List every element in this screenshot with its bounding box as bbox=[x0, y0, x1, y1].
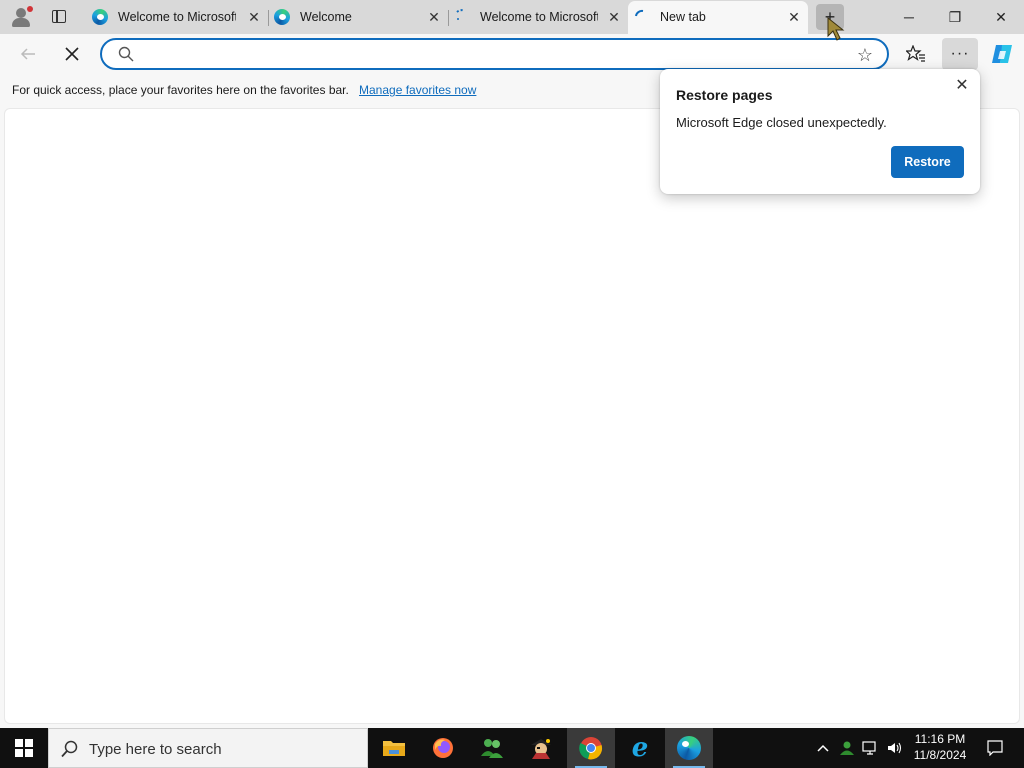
tab-1[interactable]: Welcome to Microsoft ✕ bbox=[86, 1, 269, 34]
tab-close-button[interactable]: ✕ bbox=[786, 9, 802, 25]
mouse-cursor-icon bbox=[827, 16, 845, 41]
tab-close-button[interactable]: ✕ bbox=[246, 9, 262, 25]
taskbar: Type here to search e 11:16 PM 11/8/2024 bbox=[0, 728, 1024, 768]
pirate-game-icon[interactable] bbox=[517, 728, 565, 768]
copilot-button[interactable] bbox=[986, 39, 1018, 69]
tab-2[interactable]: Welcome ✕ bbox=[268, 1, 449, 34]
file-explorer-icon[interactable] bbox=[370, 728, 418, 768]
settings-more-button[interactable]: ··· bbox=[942, 38, 978, 70]
clock-date: 11/8/2024 bbox=[913, 748, 967, 762]
page-content bbox=[4, 108, 1020, 724]
taskbar-clock[interactable]: 11:16 PM 11/8/2024 bbox=[908, 731, 972, 765]
loading-spinner-icon bbox=[634, 9, 650, 25]
close-icon bbox=[65, 47, 79, 61]
favorites-star-list-icon bbox=[906, 45, 925, 62]
edge-window: Welcome to Microsoft ✕ Welcome ✕ Welcome… bbox=[0, 0, 1024, 768]
network-icon[interactable] bbox=[860, 728, 882, 768]
search-icon bbox=[61, 740, 78, 758]
tab-actions-menu-icon[interactable] bbox=[48, 7, 70, 27]
content-frame bbox=[0, 106, 1024, 728]
favorites-bar-message: For quick access, place your favorites h… bbox=[12, 83, 349, 97]
address-input[interactable] bbox=[138, 44, 838, 64]
tab-title: Welcome to Microsoft bbox=[118, 10, 236, 24]
restore-button[interactable]: Restore bbox=[891, 146, 964, 178]
dialog-close-button[interactable]: ✕ bbox=[952, 75, 972, 95]
windows-logo-icon bbox=[15, 739, 33, 757]
internet-explorer-icon[interactable]: e bbox=[616, 728, 664, 768]
edge-icon[interactable] bbox=[665, 728, 713, 768]
tab-close-button[interactable]: ✕ bbox=[426, 9, 442, 25]
people-icon[interactable] bbox=[468, 728, 516, 768]
people-tray-icon[interactable] bbox=[836, 728, 858, 768]
edge-icon bbox=[274, 9, 290, 25]
profile-avatar-icon[interactable] bbox=[9, 5, 33, 29]
tab-3[interactable]: Welcome to Microsoft ✕ bbox=[448, 1, 628, 34]
manage-favorites-link[interactable]: Manage favorites now bbox=[359, 83, 476, 97]
toolbar: ☆ ··· bbox=[0, 34, 1024, 74]
notification-center-icon[interactable] bbox=[980, 728, 1010, 768]
chrome-icon[interactable] bbox=[567, 728, 615, 768]
add-favorite-star-icon[interactable]: ☆ bbox=[857, 45, 873, 66]
minimize-button[interactable]: ─ bbox=[886, 0, 932, 34]
tab-title: Welcome bbox=[300, 10, 352, 24]
more-dots-icon: ··· bbox=[950, 45, 970, 62]
tab-close-button[interactable]: ✕ bbox=[606, 9, 622, 25]
start-button[interactable] bbox=[0, 728, 48, 768]
taskbar-search-placeholder: Type here to search bbox=[89, 741, 222, 758]
stop-loading-button[interactable] bbox=[56, 39, 88, 69]
tab-title: New tab bbox=[660, 10, 706, 24]
firefox-icon[interactable] bbox=[419, 728, 467, 768]
close-window-button[interactable]: ✕ bbox=[978, 0, 1024, 34]
restore-window-button[interactable]: ❐ bbox=[932, 0, 978, 34]
favorites-button[interactable] bbox=[900, 39, 932, 69]
back-arrow-icon bbox=[20, 48, 35, 60]
edge-icon bbox=[92, 9, 108, 25]
clock-time: 11:16 PM bbox=[914, 732, 966, 746]
tab-4-active[interactable]: New tab ✕ bbox=[628, 1, 808, 34]
dialog-message: Microsoft Edge closed unexpectedly. bbox=[676, 115, 887, 130]
search-icon bbox=[118, 46, 134, 62]
restore-pages-dialog: Restore pages Microsoft Edge closed unex… bbox=[660, 69, 980, 194]
tab-title: Welcome to Microsoft bbox=[480, 10, 598, 24]
loading-spinner-icon bbox=[454, 9, 470, 25]
tab-strip: Welcome to Microsoft ✕ Welcome ✕ Welcome… bbox=[0, 0, 1024, 34]
taskbar-search-box[interactable]: Type here to search bbox=[48, 728, 368, 768]
copilot-icon bbox=[992, 45, 1012, 63]
show-hidden-icons-chevron-icon[interactable] bbox=[812, 728, 834, 768]
address-bar[interactable]: ☆ bbox=[100, 38, 889, 70]
volume-icon[interactable] bbox=[884, 728, 906, 768]
back-button[interactable] bbox=[12, 39, 44, 69]
dialog-title: Restore pages bbox=[676, 87, 773, 103]
